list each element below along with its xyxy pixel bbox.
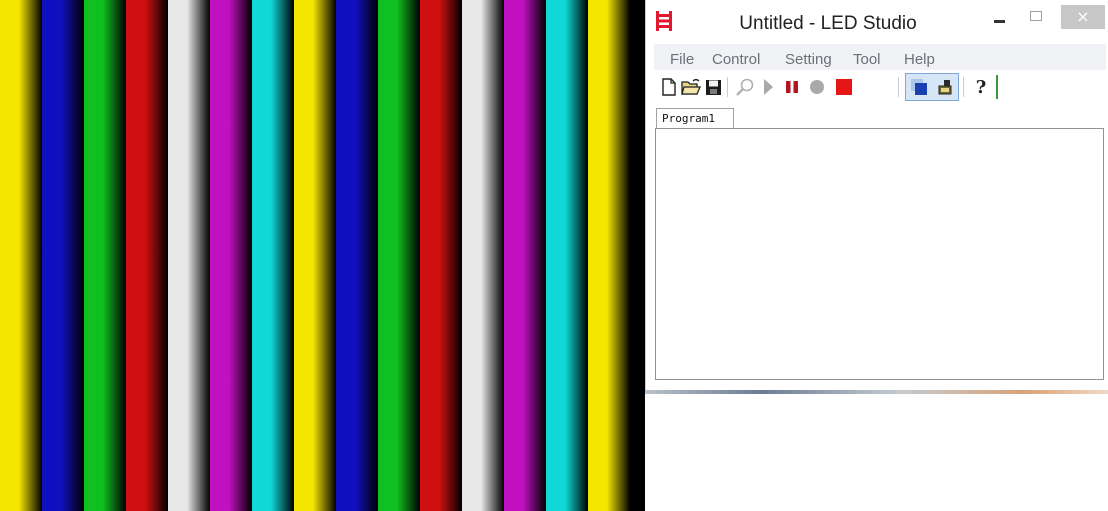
open-file-button[interactable] <box>680 75 702 99</box>
help-icon: ? <box>975 76 987 98</box>
led-color-bar <box>84 0 126 511</box>
pause-button[interactable] <box>781 75 803 99</box>
toolbar-gripper <box>996 75 998 99</box>
save-button[interactable] <box>702 75 724 99</box>
led-color-bar <box>294 0 336 511</box>
led-preview-panel <box>0 0 645 511</box>
led-color-bar <box>378 0 420 511</box>
led-color-bar <box>336 0 378 511</box>
close-icon: × <box>1076 7 1090 26</box>
display-window-button[interactable] <box>908 75 930 99</box>
desktop-area <box>645 394 1108 511</box>
record-button[interactable] <box>806 75 828 99</box>
led-color-bar <box>588 0 630 511</box>
lock-display-button[interactable] <box>934 75 956 99</box>
play-button[interactable] <box>757 75 779 99</box>
title-bar[interactable]: Untitled - LED Studio × <box>646 0 1108 44</box>
led-studio-logo-icon <box>656 11 672 31</box>
maximize-icon <box>1030 11 1042 21</box>
led-color-bar <box>420 0 462 511</box>
led-color-bar <box>42 0 84 511</box>
display-window-icon <box>911 79 927 95</box>
stop-icon <box>836 79 852 95</box>
lock-display-icon <box>938 80 952 95</box>
play-icon <box>764 79 773 95</box>
find-icon <box>736 78 754 96</box>
led-color-bar <box>504 0 546 511</box>
close-button[interactable]: × <box>1061 5 1105 29</box>
led-color-bar <box>0 0 42 511</box>
led-color-bar <box>210 0 252 511</box>
menu-bar: File Control Setting Tool Help <box>654 44 1106 71</box>
toolbar-separator <box>963 77 964 97</box>
find-button[interactable] <box>734 75 756 99</box>
led-color-bar <box>252 0 294 511</box>
led-color-bar <box>546 0 588 511</box>
led-studio-window: Untitled - LED Studio × File Control Set… <box>645 0 1108 390</box>
screen: Untitled - LED Studio × File Control Set… <box>0 0 1108 511</box>
led-color-bar <box>126 0 168 511</box>
menu-tool[interactable]: Tool <box>853 51 881 68</box>
window-title: Untitled - LED Studio <box>739 13 917 34</box>
help-button[interactable]: ? <box>970 75 992 99</box>
minimize-icon <box>993 19 1005 23</box>
toolbar-separator <box>898 77 899 97</box>
menu-control[interactable]: Control <box>712 51 760 68</box>
led-color-bar <box>168 0 210 511</box>
toolbar: ? <box>654 70 1106 104</box>
program-canvas[interactable] <box>655 128 1104 380</box>
save-icon <box>705 79 721 95</box>
menu-file[interactable]: File <box>670 51 694 68</box>
record-icon <box>810 80 824 94</box>
toolbar-separator <box>727 77 728 97</box>
new-file-button[interactable] <box>658 75 680 99</box>
program-tab-strip: Program1 <box>654 104 1106 129</box>
menu-help[interactable]: Help <box>904 51 935 68</box>
open-folder-icon <box>681 78 701 95</box>
new-file-icon <box>662 78 676 96</box>
led-color-bar <box>462 0 504 511</box>
minimize-button[interactable] <box>984 4 1014 30</box>
maximize-button[interactable] <box>1021 4 1051 30</box>
stop-button[interactable] <box>833 75 855 99</box>
menu-setting[interactable]: Setting <box>785 51 832 68</box>
tab-program1[interactable]: Program1 <box>656 108 734 129</box>
pause-icon <box>786 81 798 93</box>
